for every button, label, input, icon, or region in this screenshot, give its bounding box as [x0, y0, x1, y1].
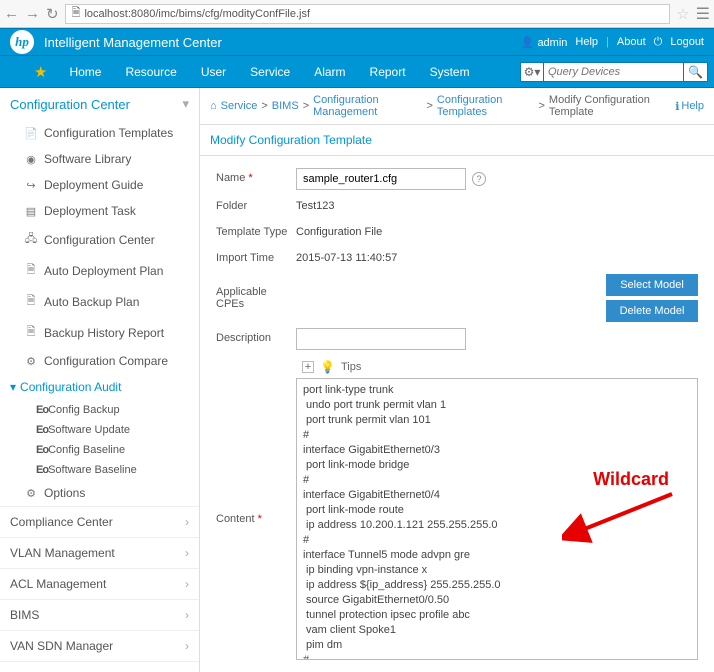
delete-model-button[interactable]: Delete Model — [606, 300, 698, 322]
sidebar-item-auto-deploy-plan[interactable]: 🗎Auto Deployment Plan — [0, 255, 199, 286]
user-icon[interactable]: 👤 admin — [521, 36, 568, 49]
expand-tips-icon[interactable]: + — [302, 361, 314, 373]
home-icon[interactable]: ⌂ — [210, 100, 217, 112]
import-time-value: 2015-07-13 11:40:57 — [296, 248, 698, 268]
sidebar-acl-management[interactable]: ACL Management› — [0, 568, 199, 599]
name-help-icon[interactable]: ? — [472, 172, 486, 186]
template-type-value: Configuration File — [296, 222, 698, 242]
tips-row: + 💡 Tips — [216, 356, 698, 378]
page-title: Modify Configuration Template — [200, 125, 714, 156]
chevron-right-icon: › — [185, 639, 189, 653]
nav-report[interactable]: Report — [370, 65, 406, 79]
crumb-service[interactable]: Service — [221, 100, 258, 112]
compare-icon: ⚙ — [24, 355, 38, 368]
app-title: Intelligent Management Center — [44, 35, 222, 50]
sidebar-item-auto-backup-plan[interactable]: 🗎Auto Backup Plan — [0, 286, 199, 317]
sidebar-item-config-compare[interactable]: ⚙Configuration Compare — [0, 348, 199, 374]
nav-user[interactable]: User — [201, 65, 226, 79]
chevron-down-icon: ▾ — [182, 96, 189, 112]
chevron-right-icon: › — [185, 546, 189, 560]
sidebar-compliance-center[interactable]: Compliance Center› — [0, 506, 199, 537]
import-time-label: Import Time — [216, 248, 296, 268]
content-label: Content * — [216, 509, 296, 529]
sidebar-item-deployment-task[interactable]: ▤Deployment Task — [0, 198, 199, 224]
header-about-link[interactable]: About — [617, 36, 646, 48]
chevron-right-icon: › — [185, 515, 189, 529]
sidebar-sub-config-baseline[interactable]: EoConfig Baseline — [0, 440, 199, 460]
sidebar-sub-software-update[interactable]: EoSoftware Update — [0, 420, 199, 440]
description-input[interactable] — [296, 328, 466, 350]
sidebar-item-software-library[interactable]: ◉Software Library — [0, 146, 199, 172]
favorites-star-icon[interactable]: ★ — [34, 63, 47, 81]
browser-toolbar: ← → ↻ 🗎 localhost:8080/imc/bims/cfg/modi… — [0, 0, 714, 28]
sidebar-sub-config-backup[interactable]: EoConfig Backup — [0, 400, 199, 420]
address-bar[interactable]: 🗎 localhost:8080/imc/bims/cfg/modityConf… — [65, 4, 671, 24]
template-type-label: Template Type — [216, 222, 296, 242]
sidebar-section-config-center[interactable]: Configuration Center▾ — [0, 88, 199, 120]
gear-icon: ⚙ — [24, 487, 38, 500]
crumb-current: Modify Configuration Template — [549, 94, 671, 118]
back-button[interactable]: ← — [4, 5, 19, 22]
sidebar-section-config-audit[interactable]: ▾Configuration Audit — [0, 374, 199, 400]
header-help-link[interactable]: Help — [575, 36, 598, 48]
center-icon: 🖧 — [24, 230, 38, 249]
header-logout-link[interactable]: Logout — [670, 36, 704, 48]
url-text: localhost:8080/imc/bims/cfg/modityConfFi… — [84, 8, 310, 20]
crumb-bims[interactable]: BIMS — [272, 100, 299, 112]
help-icon: ℹ — [675, 100, 679, 113]
tips-label: Tips — [341, 361, 361, 373]
content-textarea[interactable] — [297, 379, 697, 659]
sidebar: Configuration Center▾ 📄Configuration Tem… — [0, 88, 200, 672]
sidebar-sub-software-baseline[interactable]: EoSoftware Baseline — [0, 460, 199, 480]
device-search: ⚙▾ 🔍 — [520, 62, 708, 82]
app-header: hp Intelligent Management Center 👤 admin… — [0, 28, 714, 56]
name-input[interactable] — [296, 168, 466, 190]
chevron-right-icon: › — [185, 577, 189, 591]
folder-value: Test123 — [296, 196, 698, 216]
folder-label: Folder — [216, 196, 296, 216]
nav-service[interactable]: Service — [250, 65, 290, 79]
sidebar-vlan-management[interactable]: VLAN Management› — [0, 537, 199, 568]
crumb-config-management[interactable]: Configuration Management — [313, 94, 422, 118]
power-icon[interactable]: ⏻ — [654, 36, 663, 49]
nav-alarm[interactable]: Alarm — [314, 65, 345, 79]
sidebar-item-deployment-guide[interactable]: ↪Deployment Guide — [0, 172, 199, 198]
main-nav: ★ Home Resource User Service Alarm Repor… — [0, 56, 714, 88]
description-label: Description — [216, 328, 296, 350]
hamburger-menu-icon[interactable]: ☰ — [696, 4, 710, 24]
device-search-input[interactable] — [544, 62, 684, 82]
breadcrumb: ⌂ Service > BIMS > Configuration Managem… — [200, 88, 714, 125]
nav-resource[interactable]: Resource — [125, 65, 176, 79]
lightbulb-icon: 💡 — [320, 360, 335, 374]
sidebar-item-config-center[interactable]: 🖧Configuration Center — [0, 224, 199, 255]
nav-home[interactable]: Home — [69, 65, 101, 79]
help-link[interactable]: ℹHelp — [675, 100, 704, 113]
name-label: Name * — [216, 168, 296, 190]
guide-icon: ↪ — [24, 179, 38, 192]
nav-system[interactable]: System — [430, 65, 470, 79]
sidebar-item-backup-history[interactable]: 🗎Backup History Report — [0, 317, 199, 348]
triangle-down-icon: ▾ — [10, 380, 16, 394]
disc-icon: ◉ — [24, 153, 38, 166]
history-icon: 🗎 — [24, 323, 38, 342]
hp-logo: hp — [10, 30, 34, 54]
sidebar-van-sdn[interactable]: VAN SDN Manager› — [0, 630, 199, 661]
forward-button[interactable]: → — [25, 5, 40, 22]
backup-icon: 🗎 — [24, 292, 38, 311]
search-settings-icon[interactable]: ⚙▾ — [520, 62, 544, 82]
search-icon[interactable]: 🔍 — [684, 62, 708, 82]
applicable-cpes-label: Applicable CPEs — [216, 282, 296, 314]
sidebar-bims[interactable]: BIMS› — [0, 599, 199, 630]
chevron-right-icon: › — [185, 608, 189, 622]
sidebar-item-config-templates[interactable]: 📄Configuration Templates — [0, 120, 199, 146]
templates-icon: 📄 — [24, 127, 38, 140]
reload-button[interactable]: ↻ — [46, 5, 59, 23]
sidebar-item-options[interactable]: ⚙Options — [0, 480, 199, 506]
bookmark-star-icon[interactable]: ☆ — [676, 5, 689, 23]
plan-icon: 🗎 — [24, 261, 38, 280]
crumb-config-templates[interactable]: Configuration Templates — [437, 94, 535, 118]
sidebar-traffic-analysis[interactable]: Traffic Analysis and Audit› — [0, 661, 199, 672]
select-model-button[interactable]: Select Model — [606, 274, 698, 296]
task-icon: ▤ — [24, 205, 38, 218]
